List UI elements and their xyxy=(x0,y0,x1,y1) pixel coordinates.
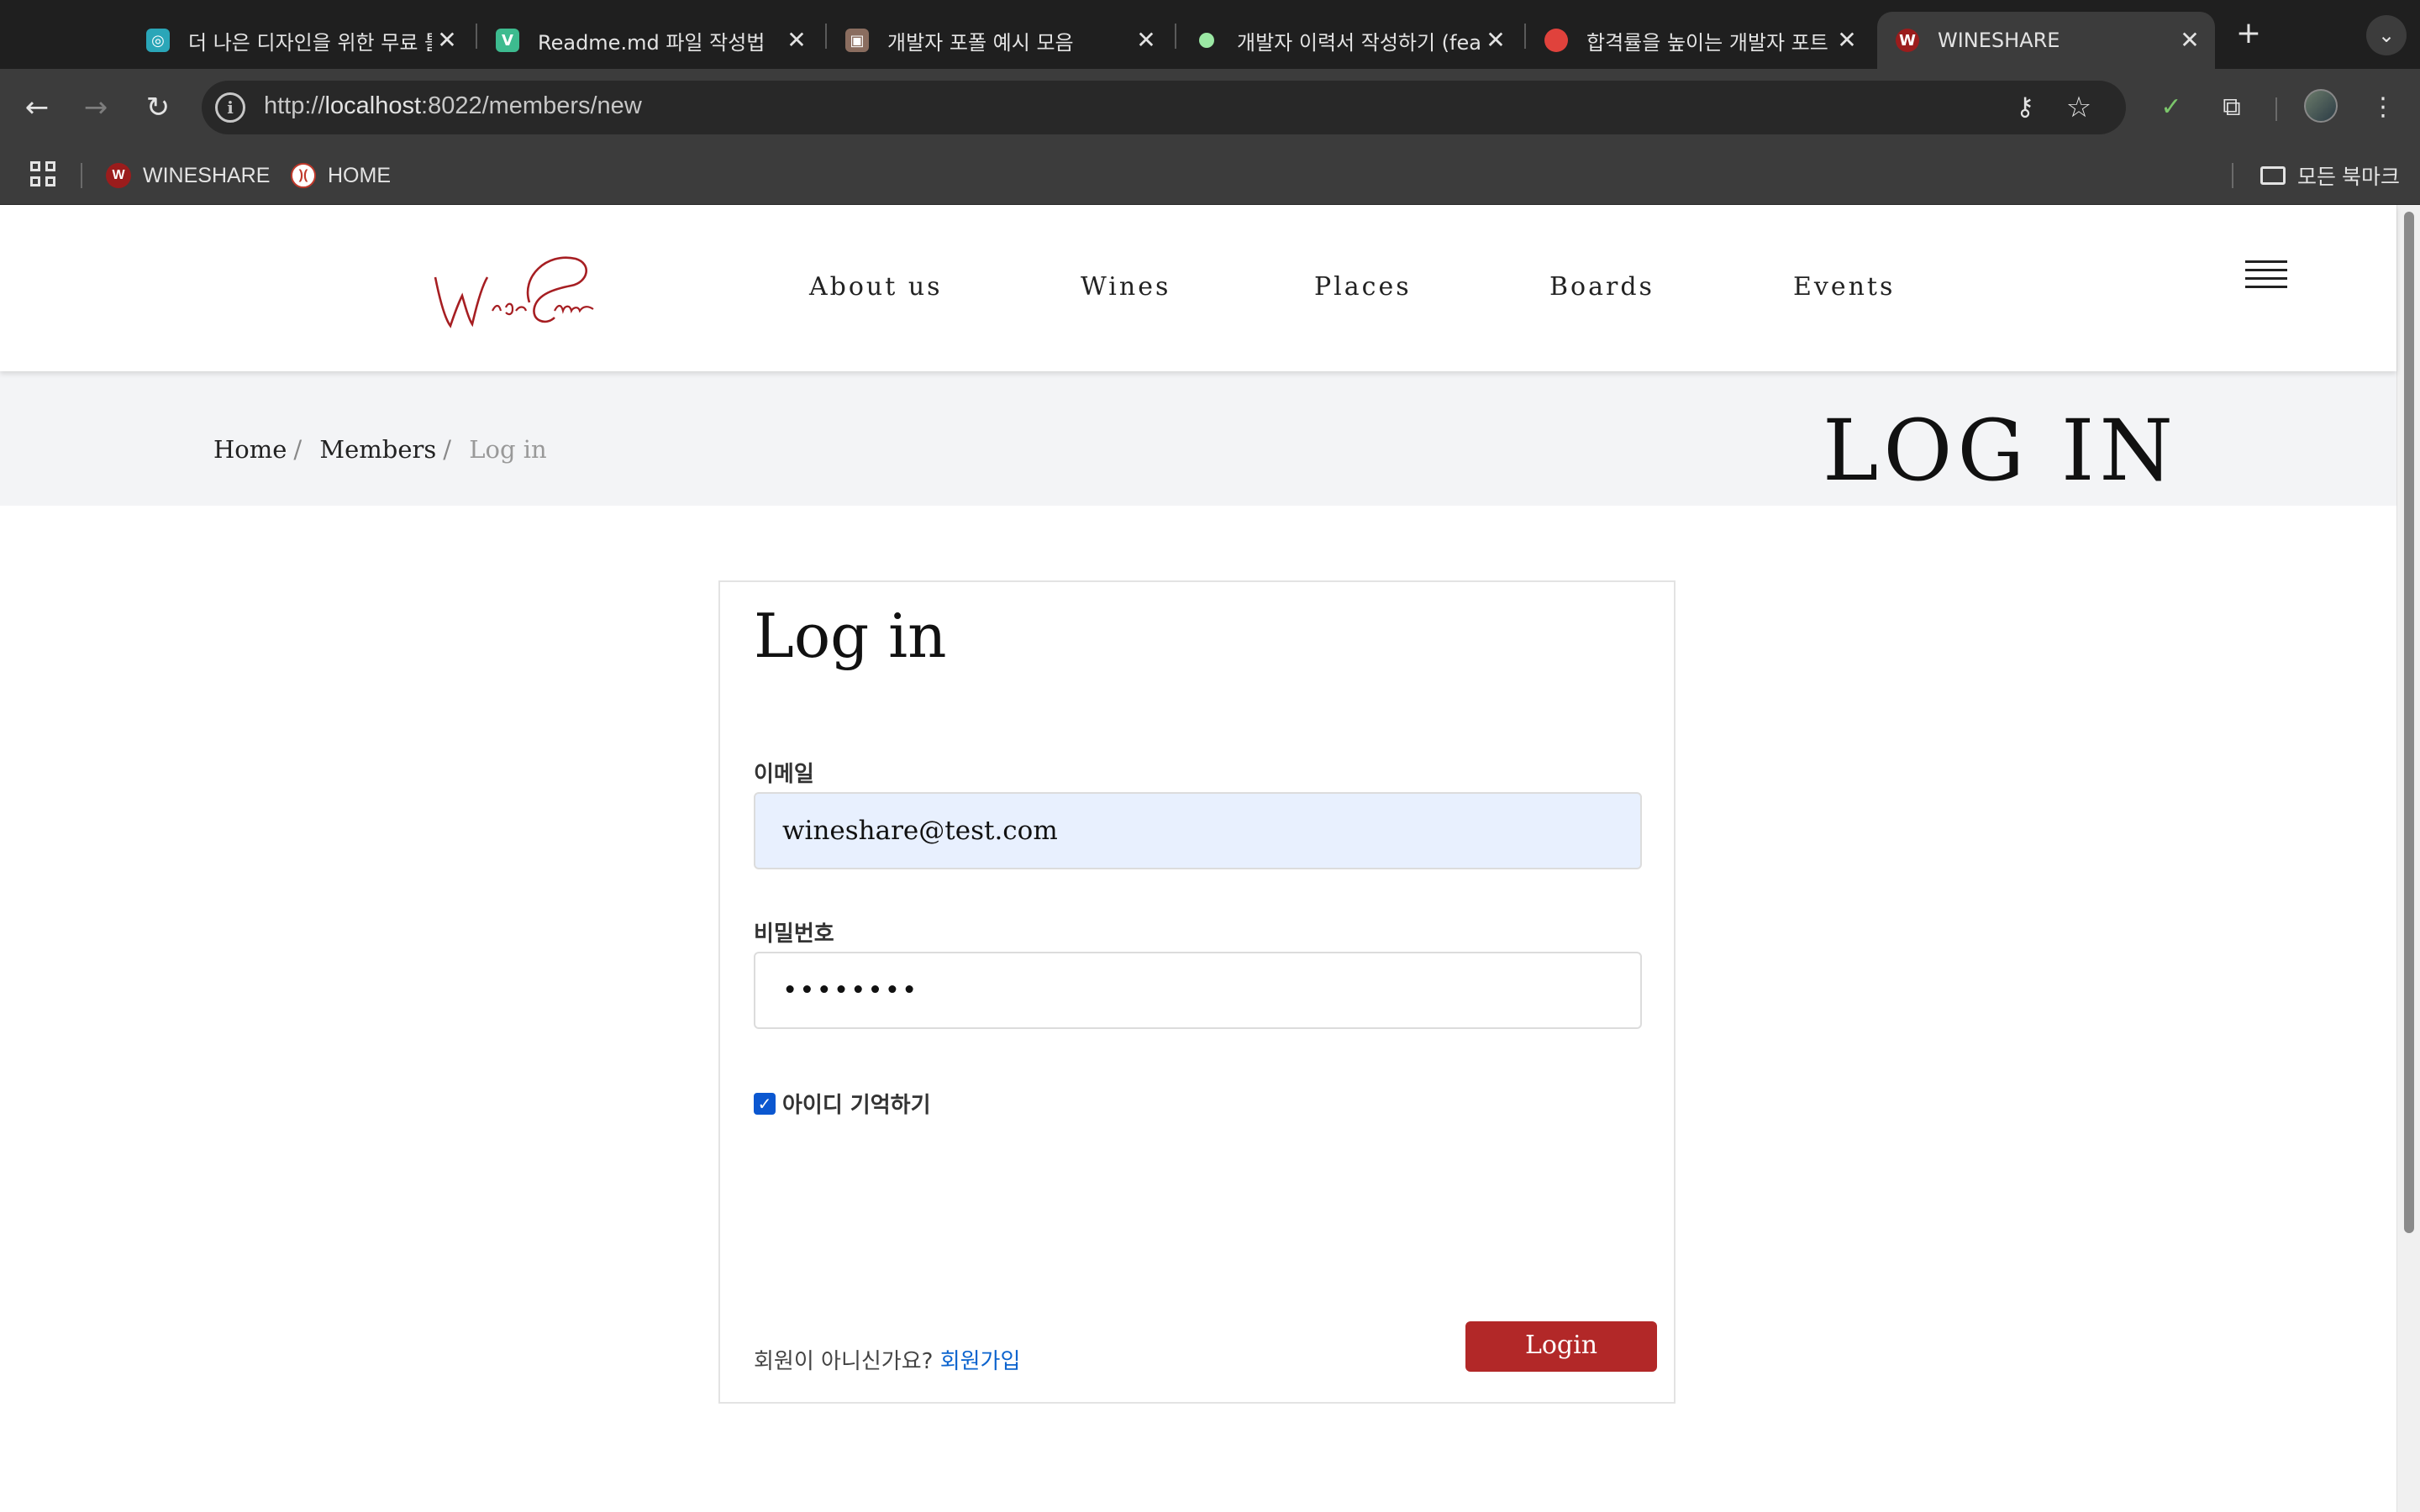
url-host: localhost xyxy=(324,92,422,119)
close-tab-icon[interactable]: ✕ xyxy=(2176,27,2203,54)
bookmark-divider xyxy=(2232,163,2233,188)
extension-check-icon[interactable]: ✓ xyxy=(2151,87,2191,128)
forward-arrow-icon[interactable]: → xyxy=(76,87,116,128)
email-field[interactable]: wineshare@test.com xyxy=(754,792,1642,869)
browser-tab[interactable]: ◎ 더 나은 디자인을 위한 무료 툴 ✕ xyxy=(128,12,472,69)
signup-prompt: 회원이 아니신가요? xyxy=(754,1349,934,1374)
browser-tab[interactable]: ▣ 개발자 포폴 예시 모음 ✕ xyxy=(827,12,1171,69)
bookmark-label: HOME xyxy=(328,163,391,187)
login-card: Log in 이메일 wineshare@test.com 비밀번호 •••••… xyxy=(718,580,1676,1404)
tab-search-chevron-icon[interactable]: ⌄ xyxy=(2366,15,2407,55)
url-scheme: http:// xyxy=(264,92,325,119)
email-label: 이메일 xyxy=(754,762,814,787)
wineshare-logo[interactable] xyxy=(429,244,597,336)
swirl-icon: ◎ xyxy=(146,29,170,52)
remember-label[interactable]: 아이디 기억하기 xyxy=(782,1088,931,1119)
login-title: Log in xyxy=(754,601,947,671)
profile-avatar[interactable] xyxy=(2304,89,2338,123)
bookmark-home[interactable]: )( HOME xyxy=(291,160,391,192)
bookmark-wineshare[interactable]: W WINESHARE xyxy=(106,160,270,192)
remember-checkbox[interactable]: ✓ xyxy=(754,1092,776,1115)
logo-script-mark xyxy=(434,256,594,328)
url-path: :8022/members/new xyxy=(421,92,642,119)
close-tab-icon[interactable]: ✕ xyxy=(1482,27,1509,54)
nav-wines[interactable]: Wines xyxy=(1081,272,1171,302)
apps-grid-icon[interactable] xyxy=(30,161,57,188)
reload-icon[interactable]: ↻ xyxy=(138,87,178,128)
signup-prompt-row: 회원이 아니신가요? 회원가입 xyxy=(754,1344,1020,1375)
close-tab-icon[interactable]: ✕ xyxy=(783,27,810,54)
tab-title: 개발자 포폴 예시 모음 xyxy=(887,30,1074,55)
close-tab-icon[interactable]: ✕ xyxy=(434,27,460,54)
browser-tab[interactable]: V Readme.md 파일 작성법 ✕ xyxy=(477,12,822,69)
browser-tab-active[interactable]: W WINESHARE ✕ xyxy=(1877,12,2215,69)
close-tab-icon[interactable]: ✕ xyxy=(1833,27,1860,54)
browser-tab[interactable]: 개발자 이력서 작성하기 (fea ✕ xyxy=(1176,12,1521,69)
folder-icon xyxy=(2260,166,2286,185)
baseball-icon: )( xyxy=(291,163,316,188)
tab-title: WINESHARE xyxy=(1938,29,2060,52)
tab-title: 합격률을 높이는 개발자 포트 xyxy=(1586,30,1828,55)
bookmark-divider xyxy=(81,163,82,188)
address-url[interactable]: http://localhost:8022/members/new xyxy=(264,92,642,120)
w-icon: W xyxy=(1896,29,1919,52)
breadcrumb-separator: / xyxy=(293,435,302,464)
page-scrollbar[interactable] xyxy=(2396,205,2420,1512)
page-title: LOG IN xyxy=(1822,402,2178,500)
toolbar-divider xyxy=(2275,97,2277,121)
tab-title: Readme.md 파일 작성법 xyxy=(538,30,765,55)
all-bookmarks-label: 모든 북마크 xyxy=(2297,165,2400,189)
nav-places[interactable]: Places xyxy=(1314,272,1412,302)
browser-menu-icon[interactable]: ⋮ xyxy=(2363,87,2403,128)
v-icon: V xyxy=(496,29,519,52)
extensions-puzzle-icon[interactable]: ⧉ xyxy=(2212,87,2252,128)
tab-title: 개발자 이력서 작성하기 (fea xyxy=(1237,30,1481,55)
nav-boards[interactable]: Boards xyxy=(1549,272,1655,302)
browser-toolbar: ← → ↻ i http://localhost:8022/members/ne… xyxy=(0,69,2420,146)
breadcrumb-members[interactable]: Members xyxy=(319,435,436,464)
password-label: 비밀번호 xyxy=(754,921,834,947)
scrollbar-thumb[interactable] xyxy=(2404,212,2414,1233)
breadcrumb: Home / Members / Log in xyxy=(213,435,547,464)
breadcrumb-separator: / xyxy=(443,435,452,464)
browser-tab-strip: ◎ 더 나은 디자인을 위한 무료 툴 ✕ V Readme.md 파일 작성법… xyxy=(0,0,2420,69)
hamburger-menu-icon[interactable] xyxy=(2245,260,2287,294)
bookmark-star-icon[interactable]: ☆ xyxy=(2060,89,2097,126)
all-bookmarks-folder[interactable]: 모든 북마크 xyxy=(2260,160,2400,192)
breadcrumb-current: Log in xyxy=(469,435,547,464)
page-title-band: Home / Members / Log in LOG IN xyxy=(0,371,2396,506)
new-tab-plus-icon[interactable]: + xyxy=(2232,17,2265,50)
tab-title: 더 나은 디자인을 위한 무료 툴 xyxy=(188,30,432,55)
remember-id-row[interactable]: ✓ 아이디 기억하기 xyxy=(754,1088,931,1119)
bookmark-label: WINESHARE xyxy=(143,163,271,187)
web-page: About us Wines Places Boards Events Home… xyxy=(0,205,2396,1512)
site-header: About us Wines Places Boards Events xyxy=(0,205,2396,371)
login-button[interactable]: Login xyxy=(1465,1321,1657,1372)
breadcrumb-home[interactable]: Home xyxy=(213,435,287,464)
w-icon: W xyxy=(106,163,131,188)
site-info-icon[interactable]: i xyxy=(215,92,245,123)
bookmarks-bar: W WINESHARE )( HOME 모든 북마크 xyxy=(0,146,2420,205)
password-field[interactable]: •••••••• xyxy=(754,952,1642,1029)
dot-icon xyxy=(1195,29,1218,52)
password-key-icon[interactable]: ⚷ xyxy=(2007,89,2044,126)
back-arrow-icon[interactable]: ← xyxy=(17,87,57,128)
address-bar[interactable]: i http://localhost:8022/members/new ⚷ ☆ xyxy=(202,81,2126,134)
nav-events[interactable]: Events xyxy=(1793,272,1895,302)
close-tab-icon[interactable]: ✕ xyxy=(1133,27,1160,54)
signup-link[interactable]: 회원가입 xyxy=(940,1349,1021,1374)
nav-about-us[interactable]: About us xyxy=(809,272,943,302)
image-icon: ▣ xyxy=(845,29,869,52)
browser-tab[interactable]: 합격률을 높이는 개발자 포트 ✕ xyxy=(1526,12,1872,69)
ball-icon xyxy=(1544,29,1568,52)
